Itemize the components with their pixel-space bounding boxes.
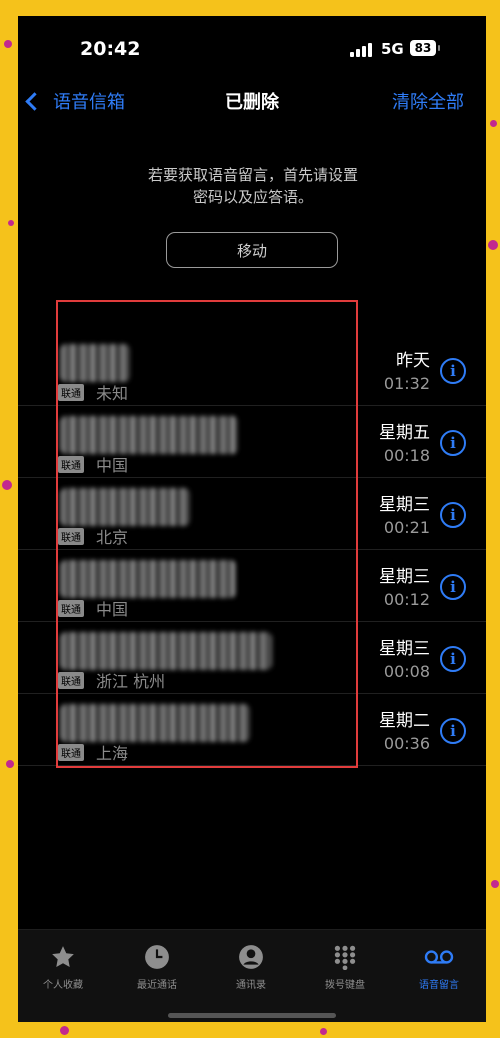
voicemail-day: 昨天 xyxy=(396,351,430,371)
confetti-dot xyxy=(491,880,499,888)
passcode-notice: 若要获取语音留言，首先请设置 密码以及应答语。 xyxy=(88,164,418,208)
confetti-dot xyxy=(2,480,12,490)
info-icon[interactable]: i xyxy=(440,358,466,384)
info-icon[interactable]: i xyxy=(440,646,466,672)
battery-tip xyxy=(438,45,440,51)
tab-label: 拨号键盘 xyxy=(325,980,365,991)
star-icon xyxy=(52,946,74,967)
confetti-dot xyxy=(8,220,14,226)
tab-label: 通讯录 xyxy=(236,980,266,991)
voicemail-icon xyxy=(424,950,454,964)
network-label: 5G xyxy=(381,40,404,58)
confetti-dot xyxy=(488,240,498,250)
nav-bar: 语音信箱 已删除 清除全部 xyxy=(18,82,486,122)
battery-icon: 83 xyxy=(410,40,436,56)
confetti-dot xyxy=(6,760,14,768)
voicemail-duration: 00:36 xyxy=(383,734,430,753)
signal-icon xyxy=(350,43,374,57)
voicemail-duration: 01:32 xyxy=(383,374,430,393)
confetti-dot xyxy=(320,1028,327,1035)
status-time: 20:42 xyxy=(80,38,141,60)
voicemail-day: 星期二 xyxy=(379,711,430,731)
clock-icon xyxy=(145,945,169,969)
tab-bar: 个人收藏 最近通话 通讯录 拨号键盘 语音留言 xyxy=(18,929,486,1022)
tab-label: 语音留言 xyxy=(419,980,459,991)
tab-recents[interactable]: 最近通话 xyxy=(112,944,202,991)
phone-screen: 20:42 5G 83 语音信箱 已删除 清除全部 若要获取语音留言，首先请设置… xyxy=(18,16,486,1022)
voicemail-duration: 00:18 xyxy=(383,446,430,465)
highlight-box xyxy=(56,300,358,768)
confetti-dot xyxy=(4,40,12,48)
tab-voicemail[interactable]: 语音留言 xyxy=(394,944,484,991)
voicemail-day: 星期三 xyxy=(379,639,430,659)
notice-line-1: 若要获取语音留言，首先请设置 xyxy=(147,166,358,184)
voicemail-day: 星期三 xyxy=(379,567,430,587)
tab-label: 个人收藏 xyxy=(43,980,83,991)
tab-contacts[interactable]: 通讯录 xyxy=(206,944,296,991)
keypad-icon xyxy=(334,945,356,970)
voicemail-day: 星期三 xyxy=(379,495,430,515)
info-icon[interactable]: i xyxy=(440,430,466,456)
voicemail-duration: 00:08 xyxy=(383,662,430,681)
status-bar: 20:42 5G 83 xyxy=(18,16,486,82)
voicemail-duration: 00:21 xyxy=(383,518,430,537)
tab-label: 最近通话 xyxy=(137,980,177,991)
move-button[interactable]: 移动 xyxy=(166,232,338,268)
tab-favorites[interactable]: 个人收藏 xyxy=(18,944,108,991)
home-indicator[interactable] xyxy=(168,1013,336,1018)
tab-keypad[interactable]: 拨号键盘 xyxy=(300,944,390,991)
voicemail-day: 星期五 xyxy=(379,423,430,443)
info-icon[interactable]: i xyxy=(440,718,466,744)
confetti-dot xyxy=(60,1026,69,1035)
notice-line-2: 密码以及应答语。 xyxy=(192,188,313,206)
person-icon xyxy=(239,945,263,969)
confetti-dot xyxy=(490,120,497,127)
info-icon[interactable]: i xyxy=(440,502,466,528)
clear-all-button[interactable]: 清除全部 xyxy=(392,88,464,114)
voicemail-duration: 00:12 xyxy=(383,590,430,609)
info-icon[interactable]: i xyxy=(440,574,466,600)
